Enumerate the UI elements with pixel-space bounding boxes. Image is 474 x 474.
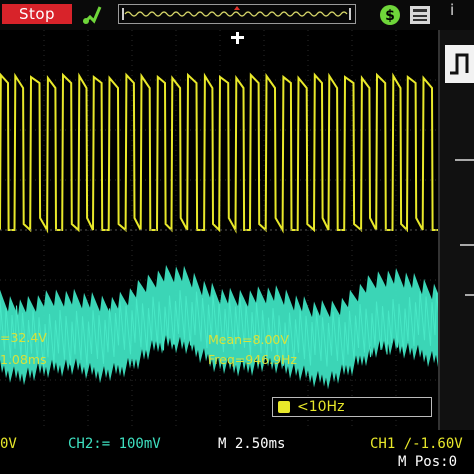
timebase-label[interactable]: M 2.50ms: [218, 436, 285, 452]
frequency-counter-value: <10Hz: [297, 399, 345, 415]
frequency-counter[interactable]: <10Hz: [272, 397, 432, 417]
bottom-status-bar: 0V CH2:= 100mV M 2.50ms CH1 ∕-1.60V M Po…: [0, 430, 474, 474]
side-menu-dividers: [455, 159, 474, 296]
svg-text:i: i: [450, 1, 454, 19]
ch1-scale[interactable]: 0V: [0, 436, 17, 452]
memory-position-label: M Pos:0: [398, 454, 458, 470]
top-status-bar: Stop $ i: [0, 0, 474, 30]
waveform-display: [0, 30, 440, 430]
probe-icon: [80, 3, 104, 27]
ch1-measurement-a: =32.4V: [0, 330, 47, 345]
frequency-measurement: Freq=946.9Hz: [208, 352, 297, 367]
trigger-position-bar: [118, 4, 356, 24]
printer-icon: [408, 3, 432, 27]
ch1-measurement-b: 1.08ms: [0, 352, 47, 367]
usb-icon: $: [378, 3, 402, 27]
svg-text:$: $: [385, 8, 395, 24]
ch2-scale[interactable]: CH2:= 100mV: [68, 436, 161, 452]
mean-measurement: Mean=8.00V: [208, 332, 289, 347]
side-menu-button-pulse[interactable]: [445, 45, 474, 83]
frequency-counter-icon: [278, 401, 290, 413]
corner-label: i: [448, 0, 474, 23]
trigger-level-label[interactable]: CH1 ∕-1.60V: [370, 436, 463, 452]
run-stop-button[interactable]: Stop: [2, 4, 72, 24]
